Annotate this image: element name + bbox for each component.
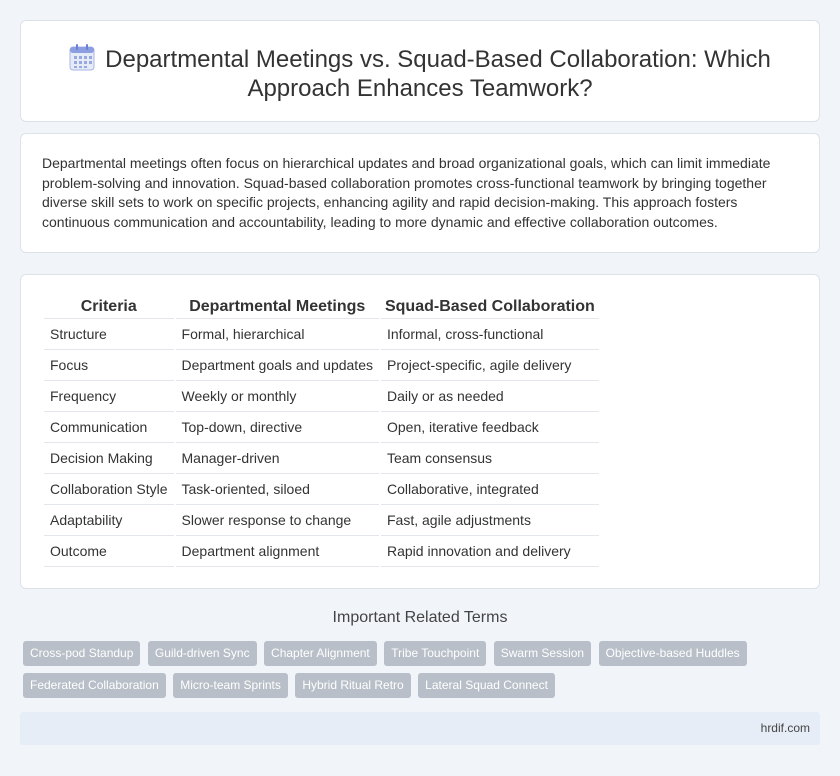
table-cell: Collaboration Style (44, 473, 174, 504)
related-terms-list: Cross-pod Standup Guild-driven Sync Chap… (23, 641, 783, 705)
table-cell: Structure (44, 318, 174, 349)
table-cell: Informal, cross-functional (380, 318, 599, 349)
header-squad: Squad-Based Collaboration (384, 298, 595, 315)
intro-paragraph: Departmental meetings often focus on hie… (42, 155, 771, 230)
related-term-tag[interactable]: Swarm Session (493, 641, 592, 666)
related-term-tag[interactable]: Micro-team Sprints (173, 673, 288, 698)
related-term-tag[interactable]: Hybrid Ritual Retro (295, 673, 411, 698)
table-cell: Focus (44, 349, 174, 380)
table-cell: Department alignment (175, 535, 379, 567)
related-term-tag[interactable]: Tribe Touchpoint (384, 641, 487, 666)
page-title-text: Departmental Meetings vs. Squad-Based Co… (105, 46, 771, 102)
table-cell: Decision Making (44, 442, 174, 473)
table-cell: Open, iterative feedback (380, 411, 599, 442)
table-cell: Daily or as needed (380, 380, 599, 411)
related-term-tag[interactable]: Lateral Squad Connect (418, 673, 555, 698)
header-criteria: Criteria (80, 298, 137, 315)
comparison-table: Criteria Departmental Meetings Squad-Bas… (42, 296, 601, 567)
comparison-card: Criteria Departmental Meetings Squad-Bas… (20, 274, 820, 589)
header-departmental: Departmental Meetings (189, 298, 366, 315)
table-cell: Task-oriented, siloed (175, 473, 379, 504)
page-title: Departmental Meetings vs. Squad-Based Co… (21, 43, 819, 103)
calendar-icon (69, 43, 95, 71)
table-cell: Fast, agile adjustments (380, 504, 599, 535)
related-term-tag[interactable]: Cross-pod Standup (23, 641, 141, 666)
table-cell: Collaborative, integrated (380, 473, 599, 504)
table-cell: Team consensus (380, 442, 599, 473)
table-cell: Top-down, directive (175, 411, 379, 442)
table-cell: Department goals and updates (175, 349, 379, 380)
related-term-tag[interactable]: Guild-driven Sync (147, 641, 257, 666)
table-cell: Formal, hierarchical (175, 318, 379, 349)
table-cell: Manager-driven (175, 442, 379, 473)
table-cell: Weekly or monthly (175, 380, 379, 411)
table-cell: Rapid innovation and delivery (380, 535, 599, 567)
table-row: Structure Formal, hierarchical Informal,… (44, 318, 599, 349)
related-terms-heading: Important Related Terms (332, 609, 508, 626)
table-cell: Slower response to change (175, 504, 379, 535)
table-row: Outcome Department alignment Rapid innov… (44, 535, 599, 567)
table-row: Focus Department goals and updates Proje… (44, 349, 599, 380)
table-header-row: Criteria Departmental Meetings Squad-Bas… (44, 296, 599, 318)
table-cell: Outcome (44, 535, 174, 567)
table-row: Adaptability Slower response to change F… (44, 504, 599, 535)
table-row: Communication Top-down, directive Open, … (44, 411, 599, 442)
table-cell: Project-specific, agile delivery (380, 349, 599, 380)
table-row: Collaboration Style Task-oriented, siloe… (44, 473, 599, 504)
related-term-tag[interactable]: Federated Collaboration (23, 673, 166, 698)
footer-site-link[interactable]: hrdif.com (761, 721, 810, 735)
table-row: Frequency Weekly or monthly Daily or as … (44, 380, 599, 411)
table-cell: Frequency (44, 380, 174, 411)
related-term-tag[interactable]: Chapter Alignment (264, 641, 377, 666)
table-row: Decision Making Manager-driven Team cons… (44, 442, 599, 473)
footer-bar: hrdif.com (20, 712, 820, 745)
title-card: Departmental Meetings vs. Squad-Based Co… (20, 20, 820, 122)
table-cell: Communication (44, 411, 174, 442)
related-term-tag[interactable]: Objective-based Huddles (598, 641, 747, 666)
intro-card: Departmental meetings often focus on hie… (20, 133, 820, 253)
table-cell: Adaptability (44, 504, 174, 535)
